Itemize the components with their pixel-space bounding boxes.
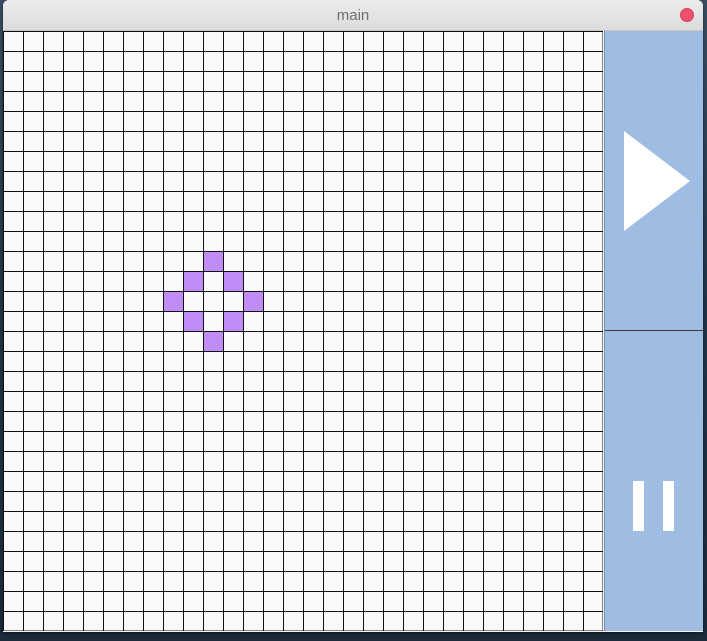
game-grid[interactable] xyxy=(3,31,603,631)
pause-button[interactable] xyxy=(605,331,703,631)
control-panel xyxy=(604,31,703,631)
alive-cell[interactable] xyxy=(203,331,223,351)
pause-bar-left xyxy=(633,481,644,531)
window-title: main xyxy=(336,7,370,24)
alive-cell[interactable] xyxy=(223,311,243,331)
pause-bar-right xyxy=(663,481,674,531)
alive-cell[interactable] xyxy=(183,271,203,291)
grid-canvas[interactable] xyxy=(3,31,603,631)
pause-icon xyxy=(633,481,675,531)
close-button[interactable] xyxy=(680,8,694,22)
app-window: main xyxy=(3,0,703,632)
alive-cell[interactable] xyxy=(243,291,263,311)
alive-cell[interactable] xyxy=(163,291,183,311)
play-icon xyxy=(624,131,690,231)
alive-cell[interactable] xyxy=(203,251,223,271)
alive-cell[interactable] xyxy=(183,311,203,331)
alive-cell[interactable] xyxy=(223,271,243,291)
play-button[interactable] xyxy=(605,31,703,331)
title-bar: main xyxy=(3,0,703,31)
